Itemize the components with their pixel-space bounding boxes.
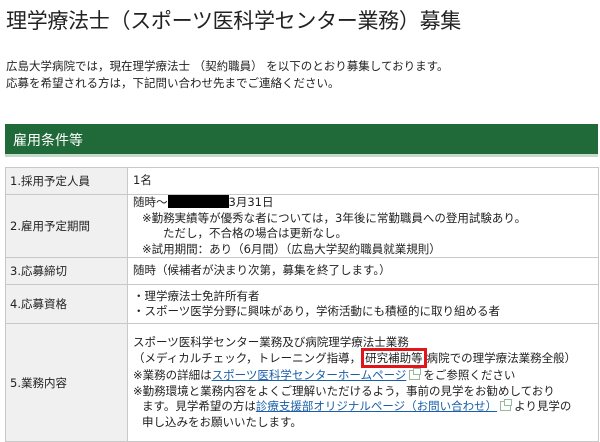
section-header: 雇用条件等: [5, 124, 598, 157]
intro-line-2: 応募を希望される方は，下記問い合わせ先までご連絡ください。: [6, 76, 340, 90]
intro-line-1: 広島大学病院では，現在理学療法士 （契約職員） を以下のとおり募集しております。: [6, 59, 449, 73]
table-row: 5.業務内容 スポーツ医科学センター業務及び病院理学療法士業務 （メディカルチェ…: [5, 323, 599, 442]
row-value: 随時～ 3月31日 ※勤務実績等が優秀な者については，3年後に常勤職員への登用試験…: [127, 194, 599, 258]
table-row: 1.採用予定人員 1名: [5, 167, 599, 195]
period-suffix: 3月31日: [228, 195, 274, 209]
employment-period: 随時～ 3月31日: [133, 195, 598, 211]
duties-line-4: ※勤務環境と業務内容をよくご理解いただけるよう，事前の見学をお勧めしており: [133, 383, 555, 398]
period-note-1: ※勤務実績等が優秀な者については，3年後に常勤職員への登用試験あり。: [142, 210, 527, 225]
intro-text: 広島大学病院では，現在理学療法士 （契約職員） を以下のとおり募集しております。…: [6, 58, 448, 92]
duties-line-5: ます。見学希望の方は診療支援部オリジナルページ（お問い合わせ） より見学の: [133, 399, 598, 415]
external-link-icon[interactable]: [500, 399, 513, 412]
row-value: ・理学療法士免許所有者 ・スポーツ医学分野に興味があり，学術活動にも積極的に取り…: [127, 284, 599, 324]
recruit-count: 1名: [133, 173, 152, 188]
duties-text: 病院での理学療法業務全般）: [426, 351, 577, 366]
period-note-3: ※試用期間：あり（6月間）（広島大学契約職員就業規則）: [142, 241, 441, 256]
table-row: 2.雇用予定期間 随時～ 3月31日 ※勤務実績等が優秀な者については，3年後に常…: [5, 194, 599, 258]
table-row: 3.応募締切 随時（候補者が決まり次第，募集を終了します。）: [5, 257, 599, 285]
qualification-1: ・理学療法士免許所有者: [133, 288, 260, 303]
page-title: 理学療法士（スポーツ医科学センター業務）募集: [6, 9, 461, 33]
row-label: 5.業務内容: [5, 323, 128, 442]
row-label: 2.雇用予定期間: [5, 194, 128, 258]
duties-text: より見学の: [514, 399, 572, 414]
duties-line-6: 申し込みをお願いいたします。: [142, 414, 302, 429]
external-link-icon[interactable]: [409, 368, 422, 381]
section-heading: 雇用条件等: [13, 133, 83, 149]
highlighted-research-assist: 研究補助等: [361, 348, 427, 369]
qualification-2: ・スポーツ医学分野に興味があり，学術活動にも積極的に取り組める者: [133, 304, 500, 318]
row-label: 3.応募締切: [5, 257, 128, 285]
duties-line-2: （メディカルチェック，トレーニング指導， 研究補助等 病院での理学療法業務全般）: [133, 348, 598, 369]
sports-center-homepage-link[interactable]: スポーツ医科学センターホームページ: [212, 368, 407, 382]
row-value: スポーツ医科学センター業務及び病院理学療法士業務 （メディカルチェック，トレーニ…: [127, 323, 599, 442]
row-label: 4.応募資格: [5, 284, 128, 324]
duties-text: をご参照ください: [423, 368, 516, 383]
duties-text: ます。見学希望の方は: [142, 399, 256, 414]
duties-text: （メディカルチェック，トレーニング指導，: [133, 351, 362, 366]
row-value: 随時（候補者が決まり次第，募集を終了します。）: [127, 257, 599, 285]
row-value: 1名: [127, 167, 599, 195]
conditions-table: 1.採用予定人員 1名 2.雇用予定期間 随時～ 3月31日 ※勤務実績等が優秀な…: [5, 167, 599, 442]
period-note-2: ただし，不合格の場合は更新なし。: [163, 226, 347, 240]
duties-text: ※業務の詳細は: [133, 368, 212, 383]
redacted-block: [167, 195, 229, 208]
row-label: 1.採用予定人員: [5, 167, 128, 195]
duties-line-3: ※業務の詳細はスポーツ医科学センターホームページ をご参照ください: [133, 368, 598, 384]
support-dept-page-link[interactable]: 診療支援部オリジナルページ（お問い合わせ）: [256, 399, 497, 413]
period-prefix: 随時～: [133, 195, 168, 209]
deadline-text: 随時（候補者が決まり次第，募集を終了します。）: [133, 263, 391, 278]
table-row: 4.応募資格 ・理学療法士免許所有者 ・スポーツ医学分野に興味があり，学術活動に…: [5, 284, 599, 324]
